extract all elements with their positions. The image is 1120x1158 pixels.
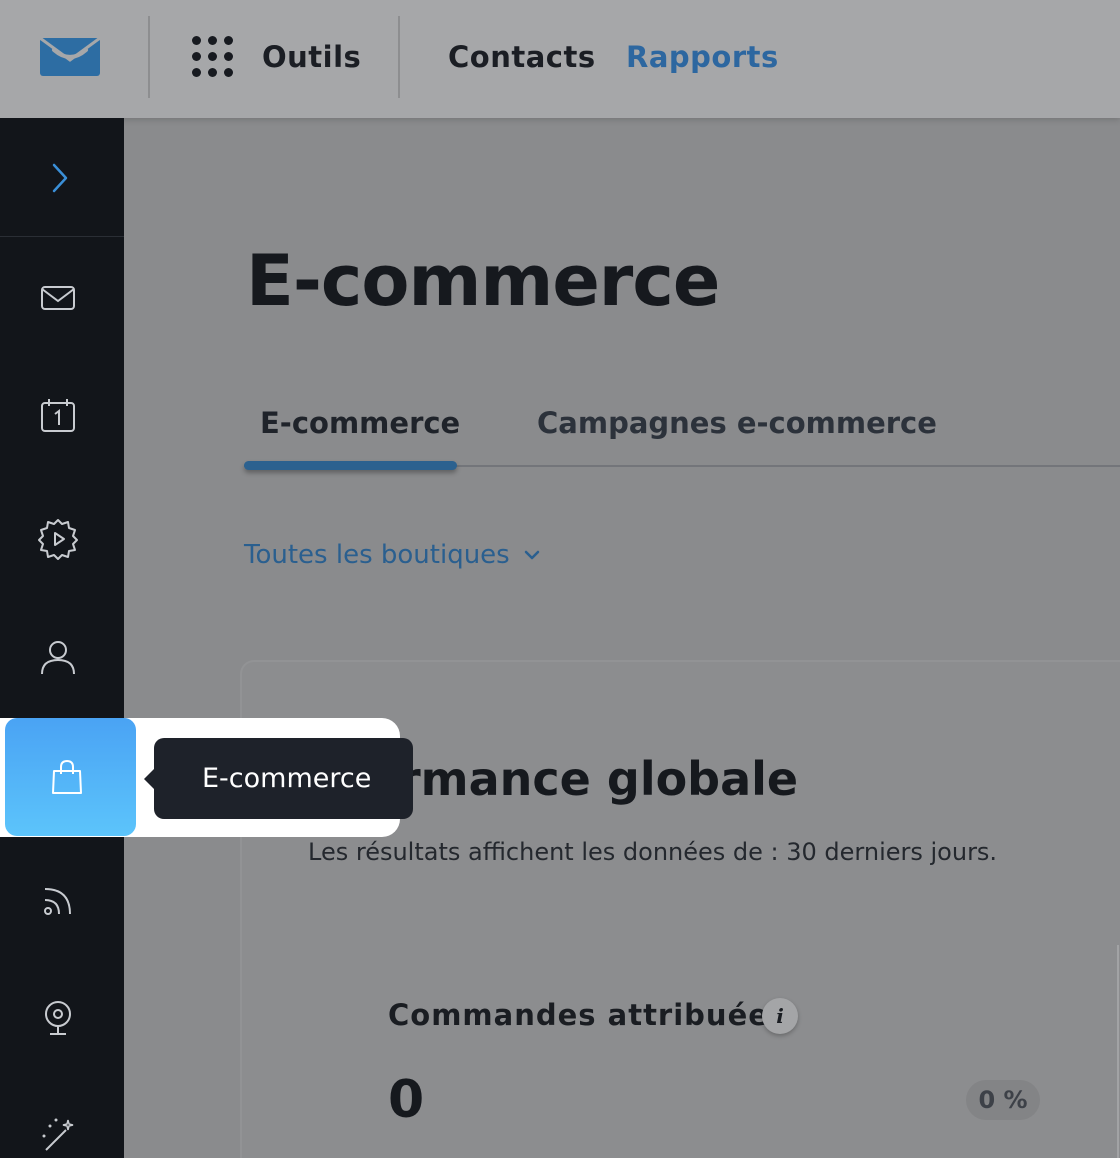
card-title: rmance globale [398,752,799,806]
sidebar-item-rss[interactable] [32,875,84,927]
rss-icon [44,888,71,915]
attributed-orders-label: Commandes attribuées [388,998,788,1032]
sidebar [0,118,124,1158]
sidebar-tooltip: E-commerce [154,738,413,819]
apps-grid-icon[interactable] [192,36,236,80]
nav-contacts[interactable]: Contacts [448,40,596,74]
webinar-icon [45,1001,71,1035]
sidebar-item-automation[interactable] [32,512,84,564]
shopping-bag-icon [52,759,82,794]
contact-icon [41,641,75,675]
sidebar-item-email[interactable] [32,272,84,324]
page-title: E-commerce [246,240,720,322]
topbar-separator [398,16,400,98]
sidebar-item-calendar[interactable] [32,391,84,443]
chevron-right-icon [52,163,68,193]
email-icon [41,286,75,310]
sidebar-item-contacts[interactable] [32,632,84,684]
app-logo-icon[interactable] [40,38,100,76]
shop-filter-dropdown[interactable]: Toutes les boutiques [244,540,540,570]
sidebar-item-ecommerce[interactable] [5,718,136,836]
chevron-down-icon [524,550,539,560]
top-bar: Outils Contacts Rapports [0,0,1120,118]
sidebar-expand-button[interactable] [0,118,124,237]
topbar-separator [148,16,150,98]
magic-wand-icon [42,1118,74,1151]
active-tab-indicator [244,461,457,470]
nav-reports[interactable]: Rapports [626,40,779,74]
card-subtitle: Les résultats affichent les données de :… [308,838,998,866]
attributed-orders-value: 0 [388,1070,425,1130]
automation-icon [38,519,78,560]
info-icon[interactable]: i [762,998,798,1034]
nav-tools[interactable]: Outils [262,40,361,74]
sidebar-item-webinar[interactable] [32,992,84,1044]
calendar-icon [41,399,75,432]
sidebar-item-magic[interactable] [32,1110,84,1158]
shop-filter-label: Toutes les boutiques [244,540,510,570]
metric-divider [1117,945,1119,1158]
tab-ecommerce-campaigns[interactable]: Campagnes e-commerce [537,406,937,440]
tab-ecommerce[interactable]: E-commerce [260,406,460,440]
change-badge: 0 % [966,1080,1040,1120]
